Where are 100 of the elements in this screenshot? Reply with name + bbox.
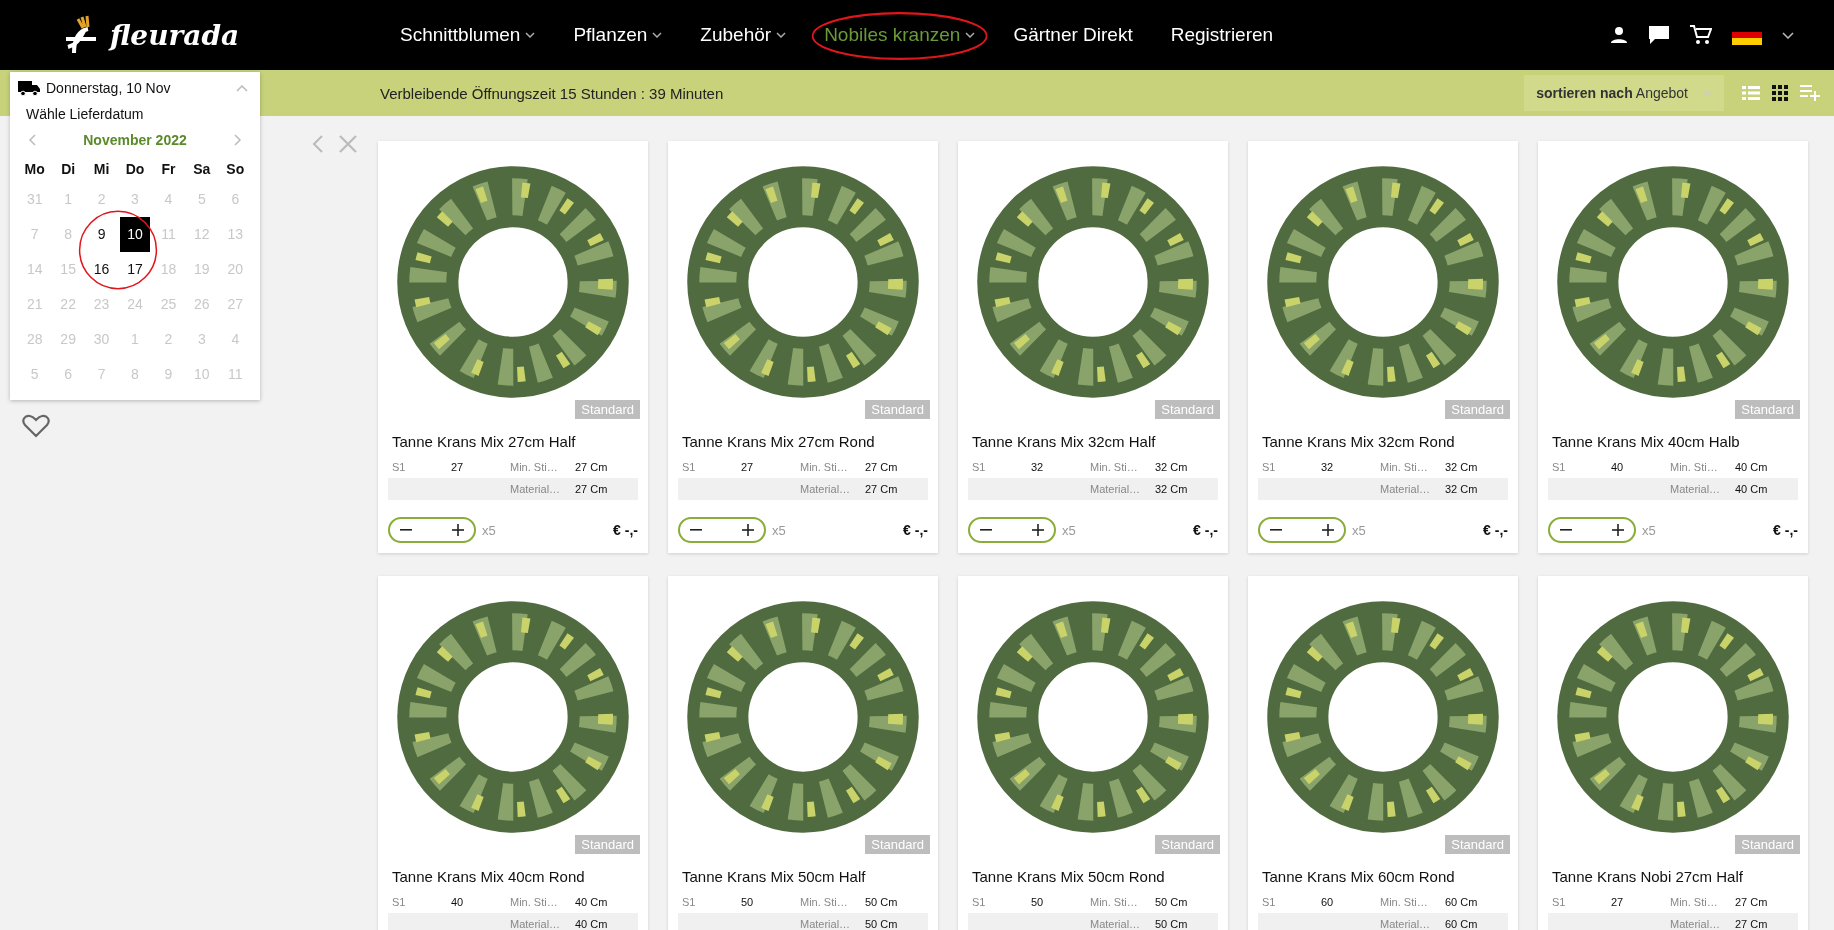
spec-label: Min. Sti… <box>1380 896 1428 908</box>
product-name[interactable]: Tanne Krans Mix 40cm Rond <box>392 868 634 885</box>
product-name[interactable]: Tanne Krans Mix 50cm Rond <box>972 868 1214 885</box>
product-price: € -,- <box>613 522 638 538</box>
chevron-down-icon <box>776 32 787 38</box>
spec-label: Material… <box>510 483 561 495</box>
spec-value: 50 Cm <box>865 896 898 908</box>
delivery-date[interactable]: Donnerstag, 10 Nov <box>46 80 171 96</box>
plus-icon[interactable] <box>1612 524 1624 536</box>
calendar-month: November 2022 <box>83 132 187 148</box>
spec-label: Min. Sti… <box>800 896 848 908</box>
spec-value: 32 <box>1031 461 1044 473</box>
spec-value: 50 Cm <box>1155 896 1188 908</box>
product-name[interactable]: Tanne Krans Mix 27cm Rond <box>682 433 924 450</box>
calendar-day[interactable]: 17 <box>118 252 152 287</box>
spec-label: Material… <box>510 918 561 930</box>
spec-label: Min. Sti… <box>510 461 558 473</box>
chevron-down-icon <box>525 32 536 38</box>
heart-icon[interactable] <box>22 414 50 438</box>
spec-label: Min. Sti… <box>510 896 558 908</box>
chevron-down-icon <box>1702 90 1712 96</box>
product-card[interactable]: Standard Tanne Krans Nobi 27cm Half S1 27 Min. Sti… 27 Cm Material… 27 Cm <box>1538 576 1808 930</box>
plus-icon[interactable] <box>452 524 464 536</box>
quantity-stepper[interactable] <box>1258 517 1346 543</box>
delivery-date-prompt: Wähle Lieferdatum <box>25 106 145 122</box>
product-name[interactable]: Tanne Krans Nobi 27cm Half <box>1552 868 1794 885</box>
standard-badge: Standard <box>1735 835 1800 854</box>
standard-badge: Standard <box>1445 400 1510 419</box>
spec-label: Material… <box>1380 483 1431 495</box>
spec-value: 60 <box>1321 896 1334 908</box>
nav-link[interactable]: Gärtner Direkt <box>1013 24 1133 46</box>
product-card[interactable]: Standard Tanne Krans Mix 32cm Rond S1 32 Min. Sti… 32 Cm Material… 32 Cm x5 € -,- <box>1248 141 1518 553</box>
spec-value: 32 <box>1321 461 1334 473</box>
spec-label: Material… <box>1090 918 1141 930</box>
standard-badge: Standard <box>1735 400 1800 419</box>
product-card[interactable]: Standard Tanne Krans Mix 50cm Half S1 50 Min. Sti… 50 Cm Material… 50 Cm <box>668 576 938 930</box>
quantity-stepper[interactable] <box>678 517 766 543</box>
spec-label: Material… <box>1090 483 1141 495</box>
spec-value: 50 Cm <box>1155 918 1188 930</box>
spec-value: 40 <box>451 896 464 908</box>
spec-label: Min. Sti… <box>1090 896 1138 908</box>
spec-label: Min. Sti… <box>1670 461 1718 473</box>
spec-value: 50 Cm <box>865 918 898 930</box>
product-card[interactable]: Standard Tanne Krans Mix 40cm Rond S1 40 Min. Sti… 40 Cm Material… 40 Cm <box>378 576 648 930</box>
minus-icon[interactable] <box>1560 529 1572 531</box>
nav-link[interactable]: Schnittblumen <box>400 24 536 46</box>
product-card[interactable]: Standard Tanne Krans Mix 27cm Half S1 27 Min. Sti… 27 Cm Material… 27 Cm x5 € -,- <box>378 141 648 553</box>
product-card[interactable]: Standard Tanne Krans Mix 40cm Halb S1 40 Min. Sti… 40 Cm Material… 40 Cm x5 € -,- <box>1538 141 1808 553</box>
pack-size: x5 <box>772 522 786 538</box>
product-name[interactable]: Tanne Krans Mix 50cm Half <box>682 868 924 885</box>
user-icon[interactable] <box>1610 26 1628 44</box>
product-name[interactable]: Tanne Krans Mix 40cm Halb <box>1552 433 1794 450</box>
cart-icon[interactable] <box>1690 25 1712 45</box>
standard-badge: Standard <box>1445 835 1510 854</box>
spec-value: 32 Cm <box>1445 461 1478 473</box>
logo-wordmark[interactable]: fleurada <box>110 18 240 52</box>
product-card[interactable]: Standard Tanne Krans Mix 50cm Rond S1 50 Min. Sti… 50 Cm Material… 50 Cm <box>958 576 1228 930</box>
standard-badge: Standard <box>865 835 930 854</box>
nav-link[interactable]: Registrieren <box>1170 24 1274 46</box>
spec-label: Min. Sti… <box>1670 896 1718 908</box>
product-name[interactable]: Tanne Krans Mix 32cm Half <box>972 433 1214 450</box>
sort-dropdown[interactable]: sortieren nach Angebot <box>1524 75 1724 111</box>
spec-label: S1 <box>392 896 406 908</box>
quantity-stepper[interactable] <box>1548 517 1636 543</box>
weekday-label: Mi <box>92 160 111 179</box>
plus-icon[interactable] <box>1322 524 1334 536</box>
product-name[interactable]: Tanne Krans Mix 60cm Rond <box>1262 868 1504 885</box>
standard-badge: Standard <box>865 400 930 419</box>
product-price: € -,- <box>1193 522 1218 538</box>
quantity-stepper[interactable] <box>968 517 1056 543</box>
calendar-day[interactable]: 16 <box>84 252 119 287</box>
chevron-down-icon[interactable] <box>1782 31 1794 39</box>
spec-value: 27 Cm <box>865 483 898 495</box>
product-card[interactable]: Standard Tanne Krans Mix 32cm Half S1 32 Min. Sti… 32 Cm Material… 32 Cm x5 € -,- <box>958 141 1228 553</box>
product-card[interactable]: Standard Tanne Krans Mix 27cm Rond S1 27 Min. Sti… 27 Cm Material… 27 Cm x5 € -,- <box>668 141 938 553</box>
minus-icon[interactable] <box>690 529 702 531</box>
nav-link[interactable]: Zubehör <box>700 24 787 46</box>
nav-link[interactable]: Pflanzen <box>573 24 663 46</box>
spec-value: 50 <box>741 896 754 908</box>
product-card[interactable]: Standard Tanne Krans Mix 60cm Rond S1 60 Min. Sti… 60 Cm Material… 60 Cm <box>1248 576 1518 930</box>
calendar-day[interactable]: 9 <box>84 217 119 252</box>
product-name[interactable]: Tanne Krans Mix 27cm Half <box>392 433 634 450</box>
minus-icon[interactable] <box>400 529 412 531</box>
chat-icon[interactable] <box>1648 25 1670 45</box>
spec-label: S1 <box>1552 461 1566 473</box>
chevron-down-icon <box>965 32 976 38</box>
plus-icon[interactable] <box>742 524 754 536</box>
spec-value: 27 Cm <box>865 461 898 473</box>
product-name[interactable]: Tanne Krans Mix 32cm Rond <box>1262 433 1504 450</box>
spec-label: S1 <box>972 896 986 908</box>
grid-view-icon[interactable] <box>1772 85 1788 101</box>
calendar-day[interactable]: 10 <box>120 217 150 252</box>
standard-badge: Standard <box>1155 835 1220 854</box>
spec-label: Material… <box>1670 918 1721 930</box>
quantity-stepper[interactable] <box>388 517 476 543</box>
minus-icon[interactable] <box>1270 529 1282 531</box>
product-price: € -,- <box>1773 522 1798 538</box>
minus-icon[interactable] <box>980 529 992 531</box>
spec-value: 27 Cm <box>1735 918 1768 930</box>
plus-icon[interactable] <box>1032 524 1044 536</box>
